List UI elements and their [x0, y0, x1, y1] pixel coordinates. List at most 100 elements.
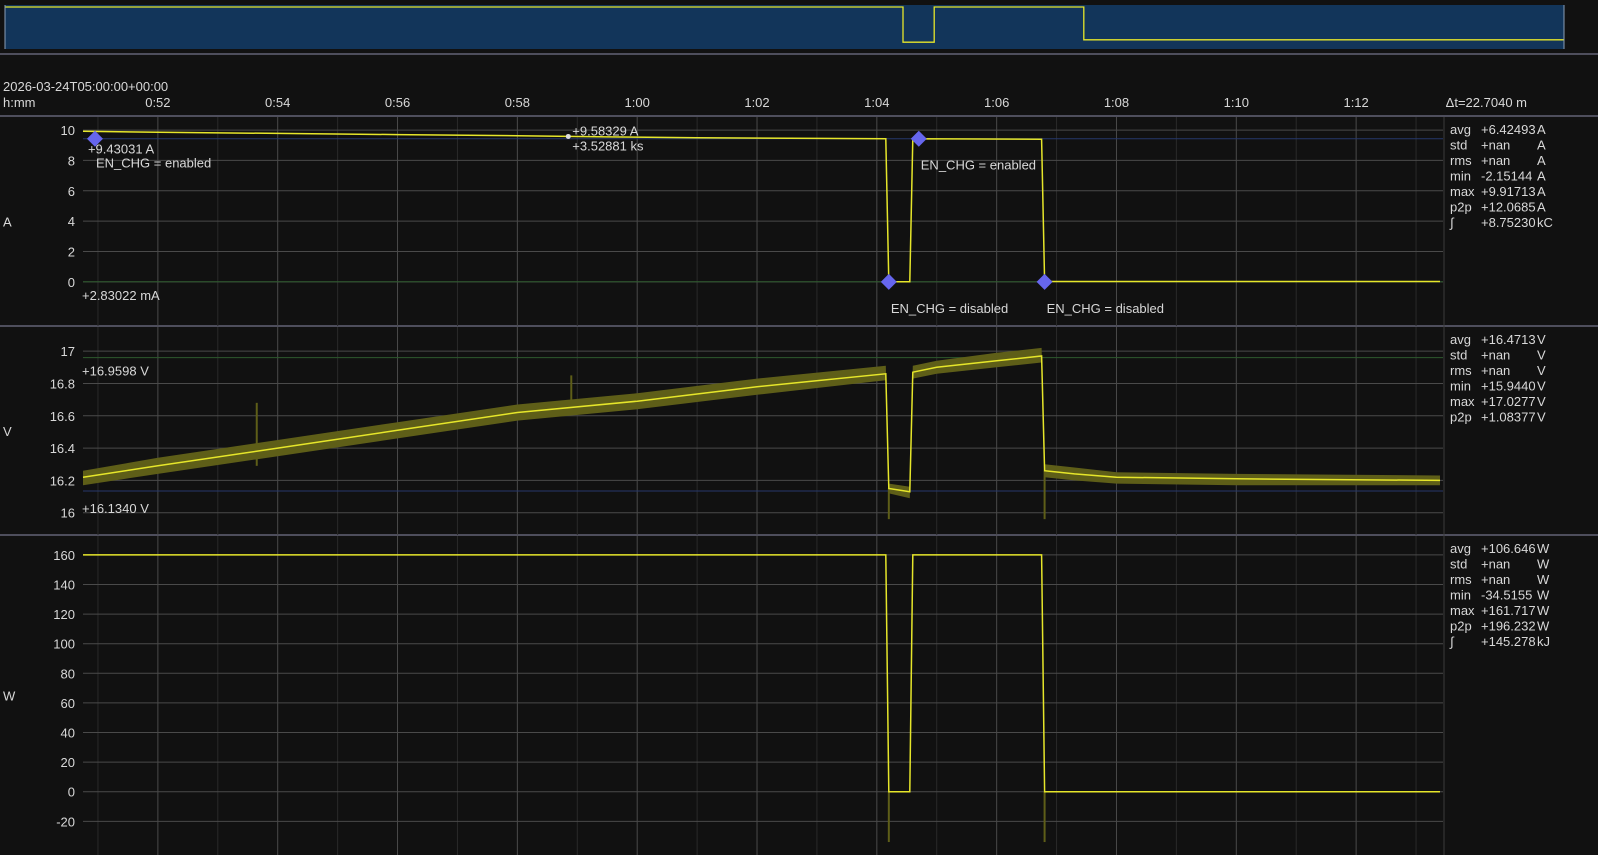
- stat-unit: A: [1537, 200, 1546, 215]
- stat-name: min: [1450, 588, 1471, 603]
- stat-unit: W: [1537, 619, 1550, 634]
- stat-value: +196.232: [1481, 619, 1536, 634]
- stat-unit: A: [1537, 122, 1546, 137]
- stat-name: avg: [1450, 122, 1471, 137]
- y-tick-label: 16.2: [50, 473, 75, 488]
- stat-unit: A: [1537, 184, 1546, 199]
- annotation-label: EN_CHG = enabled: [96, 156, 211, 171]
- stat-value: +15.9440: [1481, 379, 1536, 394]
- stat-value: +nan: [1481, 557, 1510, 572]
- cursor-dot[interactable]: [565, 133, 571, 139]
- stat-unit: V: [1537, 410, 1546, 425]
- annotation-value-label: +9.43031 A: [88, 142, 154, 157]
- stat-value: +6.42493: [1481, 122, 1536, 137]
- x-tick-label: 0:56: [385, 95, 410, 110]
- y-tick-label: 16: [61, 506, 75, 521]
- stat-name: avg: [1450, 541, 1471, 556]
- y-tick-label: 100: [53, 637, 75, 652]
- background: [0, 0, 1598, 855]
- y-tick-label: 16.4: [50, 441, 75, 456]
- stat-unit: W: [1537, 603, 1550, 618]
- overview-fill: [5, 5, 1564, 49]
- y-tick-label: 0: [68, 275, 75, 290]
- y-tick-label: 6: [68, 184, 75, 199]
- y-tick-label: 4: [68, 214, 75, 229]
- time-unit-label: h:mm: [3, 95, 36, 110]
- stats-panel: avg +6.42493 Astd +nan Arms +nan Amin -2.15144 A…: [1449, 122, 1553, 230]
- y-tick-label: 60: [61, 696, 75, 711]
- delta-time-label: Δt=22.7040 m: [1446, 95, 1527, 110]
- stat-value: +8.75230: [1481, 215, 1536, 230]
- stat-value: +nan: [1481, 153, 1510, 168]
- min-value-label: +16.1340 V: [82, 501, 149, 516]
- x-tick-label: 0:54: [265, 95, 290, 110]
- stat-name: rms: [1450, 363, 1472, 378]
- stat-value: -34.5155: [1481, 588, 1532, 603]
- stat-value: +nan: [1481, 572, 1510, 587]
- stat-name: rms: [1450, 572, 1472, 587]
- stat-name: avg: [1450, 332, 1471, 347]
- start-time-label: 2026-03-24T05:00:00+00:00: [3, 79, 168, 94]
- x-tick-label: 0:52: [145, 95, 170, 110]
- x-tick-label: 1:10: [1224, 95, 1249, 110]
- axis-unit-label: W: [3, 689, 16, 704]
- stat-name: p2p: [1450, 410, 1472, 425]
- stat-name: max: [1450, 394, 1475, 409]
- waveform-view[interactable]: 2026-03-24T05:00:00+00:00 h:mm Δt=22.704…: [0, 0, 1598, 855]
- x-tick-label: 1:00: [625, 95, 650, 110]
- stat-value: +145.278: [1481, 634, 1536, 649]
- y-tick-label: 16.8: [50, 376, 75, 391]
- stat-unit: kC: [1537, 215, 1553, 230]
- y-tick-label: 120: [53, 607, 75, 622]
- y-tick-label: 80: [61, 666, 75, 681]
- stat-unit: W: [1537, 588, 1550, 603]
- y-tick-label: 40: [61, 726, 75, 741]
- stat-unit: V: [1537, 332, 1546, 347]
- cursor-time-label: +3.52881 ks: [572, 138, 644, 153]
- stat-value: +nan: [1481, 138, 1510, 153]
- x-tick-label: 1:02: [744, 95, 769, 110]
- stat-value: +nan: [1481, 363, 1510, 378]
- stats-panel: avg +16.4713 Vstd +nan Vrms +nan Vmin +15.9440 V…: [1450, 332, 1546, 425]
- stat-name: max: [1450, 603, 1475, 618]
- stat-name: max: [1450, 184, 1475, 199]
- y-tick-label: 2: [68, 244, 75, 259]
- y-tick-label: 160: [53, 548, 75, 563]
- y-tick-label: 20: [61, 755, 75, 770]
- stat-unit: kJ: [1537, 634, 1550, 649]
- annotation-label: EN_CHG = disabled: [1047, 301, 1164, 316]
- x-tick-label: 1:08: [1104, 95, 1129, 110]
- x-tick-label: 1:12: [1343, 95, 1368, 110]
- stat-value: +17.0277: [1481, 394, 1536, 409]
- cursor-value-label: +9.58329 A: [572, 123, 638, 138]
- stat-name: std: [1450, 348, 1467, 363]
- x-tick-label: 1:06: [984, 95, 1009, 110]
- stat-value: +9.91713: [1481, 184, 1536, 199]
- y-tick-label: 10: [61, 123, 75, 138]
- stat-unit: V: [1537, 348, 1546, 363]
- min-value-label: +2.83022 mA: [82, 288, 160, 303]
- stat-unit: V: [1537, 363, 1546, 378]
- stat-unit: V: [1537, 379, 1546, 394]
- stat-unit: W: [1537, 572, 1550, 587]
- stat-name: std: [1450, 557, 1467, 572]
- stat-name: std: [1450, 138, 1467, 153]
- stat-name: min: [1450, 379, 1471, 394]
- stat-unit: V: [1537, 394, 1546, 409]
- annotation-label: EN_CHG = enabled: [921, 158, 1036, 173]
- stat-value: +1.08377: [1481, 410, 1536, 425]
- y-tick-label: 0: [68, 785, 75, 800]
- stat-name: rms: [1450, 153, 1472, 168]
- stat-name: p2p: [1450, 200, 1472, 215]
- y-tick-label: 8: [68, 153, 75, 168]
- overview-strip[interactable]: [0, 5, 1598, 55]
- stat-unit: W: [1537, 557, 1550, 572]
- stat-value: +161.717: [1481, 603, 1536, 618]
- stat-value: -2.15144: [1481, 169, 1532, 184]
- axis-unit-label: A: [3, 215, 12, 230]
- stat-value: +nan: [1481, 348, 1510, 363]
- stat-value: +12.0685: [1481, 200, 1536, 215]
- stat-name: min: [1450, 169, 1471, 184]
- stat-unit: A: [1537, 153, 1546, 168]
- max-value-label: +16.9598 V: [82, 364, 149, 379]
